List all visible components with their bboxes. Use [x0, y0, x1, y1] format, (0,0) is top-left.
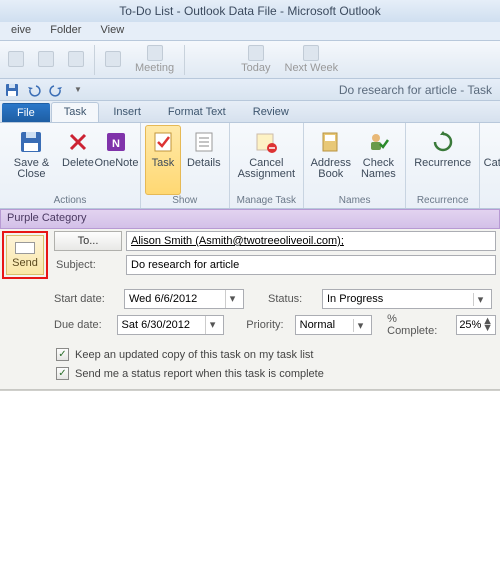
group-manage: Manage Task [234, 195, 299, 208]
category-bar[interactable]: Purple Category [0, 209, 500, 229]
meeting-icon [147, 45, 163, 61]
startdate-label: Start date: [52, 293, 120, 305]
menu-view[interactable]: View [93, 22, 133, 38]
tab-file[interactable]: File [2, 103, 50, 122]
generic-icon[interactable] [38, 51, 54, 67]
duedate-label: Due date: [52, 319, 113, 331]
upper-ribbon: Meeting Today Next Week [0, 41, 500, 79]
chevron-down-icon[interactable]: ▾ [225, 290, 239, 308]
today-button[interactable]: Today [237, 44, 274, 75]
statusreport-checkbox[interactable]: ✓ [56, 367, 69, 380]
save-icon[interactable] [2, 81, 22, 99]
meeting-button[interactable]: Meeting [131, 44, 178, 75]
chevron-down-icon[interactable]: ▾ [353, 319, 367, 332]
send-button[interactable]: Send [6, 235, 44, 275]
statusreport-label: Send me a status report when this task i… [75, 368, 324, 380]
onenote-button[interactable]: NOneNote [97, 125, 136, 195]
svg-text:N: N [112, 138, 120, 150]
chevron-down-icon[interactable]: ▾ [473, 293, 487, 306]
ribbon: Save & Close Delete NOneNote Actions Tas… [0, 123, 500, 209]
qat-dropdown-icon[interactable]: ▼ [68, 81, 88, 99]
delete-icon [64, 128, 92, 156]
check-names-button[interactable]: Check Names [355, 125, 401, 195]
to-button[interactable]: To... [54, 231, 122, 251]
cancel-icon [252, 128, 280, 156]
window-title: To-Do List - Outlook Data File - Microso… [0, 0, 500, 22]
keepcopy-checkbox[interactable]: ✓ [56, 348, 69, 361]
status-field[interactable]: In Progress▾ [322, 289, 492, 309]
group-names: Names [308, 195, 401, 208]
categorize-button[interactable]: Categorize [484, 125, 500, 195]
startdate-field[interactable]: Wed 6/6/2012▾ [124, 289, 244, 309]
tab-review[interactable]: Review [240, 102, 302, 122]
message-body[interactable] [0, 390, 500, 562]
onenote-icon: N [102, 128, 130, 156]
address-book-icon [317, 128, 345, 156]
status-label: Status: [268, 293, 318, 305]
generic-icon[interactable] [105, 51, 121, 67]
generic-icon[interactable] [8, 51, 24, 67]
check-names-icon [364, 128, 392, 156]
cancel-assignment-button[interactable]: Cancel Assignment [234, 125, 299, 195]
undo-icon[interactable] [24, 81, 44, 99]
pctcomplete-label: % Complete: [387, 313, 443, 337]
nextweek-button[interactable]: Next Week [281, 44, 343, 75]
task-form: Send To... Alison Smith (Asmith@twotreeo… [0, 229, 500, 390]
quick-access-toolbar: ▼ Do research for article - Task [0, 79, 500, 101]
delete-button[interactable]: Delete [61, 125, 95, 195]
envelope-icon [15, 242, 35, 254]
top-menu: eive Folder View [0, 22, 500, 41]
details-button[interactable]: Details [183, 125, 225, 195]
today-icon [248, 45, 264, 61]
save-close-button[interactable]: Save & Close [4, 125, 59, 195]
save-icon [17, 128, 45, 156]
spin-down-icon[interactable]: ▼ [482, 325, 493, 332]
tab-format-text[interactable]: Format Text [155, 102, 239, 122]
redo-icon[interactable] [46, 81, 66, 99]
menu-folder[interactable]: Folder [42, 22, 89, 38]
subject-field[interactable]: Do research for article [126, 255, 496, 275]
pctcomplete-field[interactable]: 25%▲▼ [456, 315, 496, 335]
categorize-icon [496, 128, 500, 156]
task-icon [149, 128, 177, 156]
group-actions: Actions [4, 195, 136, 208]
details-icon [190, 128, 218, 156]
recurrence-icon [429, 128, 457, 156]
generic-icon[interactable] [68, 51, 84, 67]
task-button[interactable]: Task [145, 125, 181, 195]
recurrence-button[interactable]: Recurrence [410, 125, 475, 195]
keepcopy-label: Keep an updated copy of this task on my … [75, 349, 313, 361]
chevron-down-icon[interactable]: ▾ [205, 316, 219, 334]
tab-insert[interactable]: Insert [100, 102, 154, 122]
tab-task[interactable]: Task [51, 102, 100, 122]
window-subtitle: Do research for article - Task [339, 83, 500, 97]
address-book-button[interactable]: Address Book [308, 125, 353, 195]
ribbon-tabs: File Task Insert Format Text Review [0, 101, 500, 123]
send-highlight: Send [2, 231, 48, 279]
priority-label: Priority: [246, 319, 290, 331]
subject-label: Subject: [54, 259, 122, 271]
priority-field[interactable]: Normal▾ [295, 315, 372, 335]
menu-receive[interactable]: eive [3, 22, 39, 38]
nextweek-icon [303, 45, 319, 61]
group-recurrence: Recurrence [410, 195, 475, 208]
duedate-field[interactable]: Sat 6/30/2012▾ [117, 315, 225, 335]
to-field[interactable]: Alison Smith (Asmith@twotreeoliveoil.com… [126, 231, 496, 251]
group-show: Show [145, 195, 225, 208]
group-tags: Tags [484, 195, 500, 208]
